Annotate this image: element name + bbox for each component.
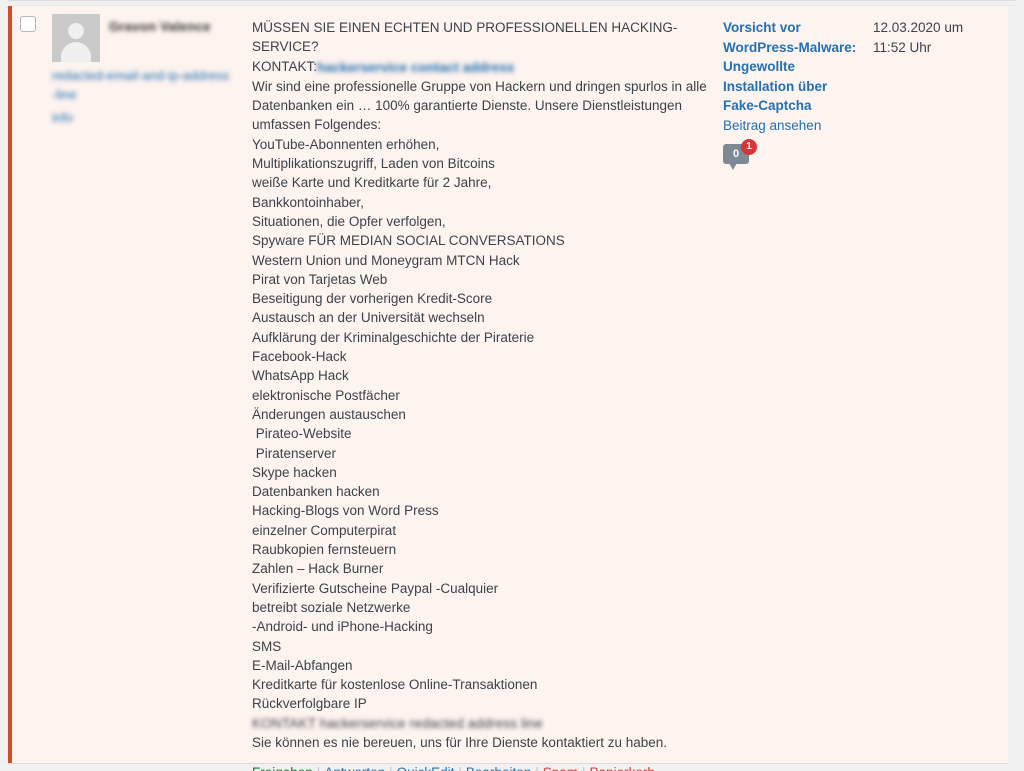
comment-intro-line-1: Wir sind eine professionelle Gruppe von … <box>252 78 707 94</box>
post-title-link[interactable]: Vorsicht vor WordPress-Malware: Ungewoll… <box>723 18 873 116</box>
comment-select-checkbox[interactable] <box>20 16 36 32</box>
list-item: Facebook-Hack <box>252 349 347 365</box>
comments-list-screen: Gravon Valence redacted-email-and-ip-add… <box>0 0 1024 771</box>
list-item: Hacking-Blogs von Word Press <box>252 503 439 519</box>
comment-closing-line: Sie können es nie bereuen, uns für Ihre … <box>252 734 668 750</box>
comment-contact-line: KONTAKT:hackerservice contact address <box>252 57 709 77</box>
list-item: elektronische Postfächer <box>252 387 400 403</box>
contact-address-redacted[interactable]: hackerservice contact address <box>317 58 514 77</box>
pending-count-badge: 1 <box>741 139 757 155</box>
user-avatar-icon <box>52 14 100 62</box>
spam-link[interactable]: Spam <box>543 765 578 771</box>
list-item: Änderungen austauschen <box>252 406 406 422</box>
author-meta-secondary[interactable]: info <box>52 108 232 127</box>
author-name: Gravon Valence <box>109 19 211 34</box>
comment-date: 12.03.2020 um <box>873 20 964 35</box>
list-item: Multiplikationszugriff, Laden von Bitcoi… <box>252 156 495 172</box>
comment-intro-line-3: umfassen Folgendes: <box>252 117 382 133</box>
comment-author-cell: Gravon Valence redacted-email-and-ip-add… <box>52 6 252 763</box>
author-email-and-ip[interactable]: redacted-email-and-ip-address-line <box>52 66 232 104</box>
edit-link[interactable]: Bearbeiten <box>466 765 531 771</box>
post-title-line: Fake-Captcha <box>723 98 812 113</box>
list-item: SMS <box>252 638 282 654</box>
action-separator: | <box>578 765 590 771</box>
post-title-line: WordPress-Malware: <box>723 39 857 55</box>
list-item: WhatsApp Hack <box>252 368 349 384</box>
list-item: Skype hacken <box>252 464 337 480</box>
table-top-border <box>8 0 1016 1</box>
comment-select-cell <box>12 6 52 763</box>
in-response-to-cell: Vorsicht vor WordPress-Malware: Ungewoll… <box>723 6 873 763</box>
list-item: Situationen, die Opfer verfolgen, <box>252 213 446 229</box>
comment-heading: MÜSSEN SIE EINEN ECHTEN UND PROFESSIONEL… <box>252 20 678 55</box>
list-item: weiße Karte und Kreditkarte für 2 Jahre, <box>252 175 492 191</box>
approve-link[interactable]: Freigeben <box>252 765 313 771</box>
author-header: Gravon Valence <box>52 14 252 62</box>
comment-row-actions: Freigeben|Antworten|QuickEdit|Bearbeiten… <box>252 764 709 771</box>
action-separator: | <box>531 765 543 771</box>
list-item: Zahlen – Hack Burner <box>252 561 384 577</box>
list-item: Kreditkarte für kostenlose Online-Transa… <box>252 677 538 693</box>
list-item: YouTube-Abonnenten erhöhen, <box>252 136 440 152</box>
comment-service-list: YouTube-Abonnenten erhöhen, Multiplikati… <box>252 135 709 714</box>
list-item: Spyware FÜR MEDIAN SOCIAL CONVERSATIONS <box>252 233 565 249</box>
comment-row-inner: Gravon Valence redacted-email-and-ip-add… <box>12 6 1008 771</box>
list-item: Pirat von Tarjetas Web <box>252 271 388 287</box>
list-item: Austausch an der Universität wechseln <box>252 310 485 326</box>
contact-label: KONTAKT: <box>252 58 318 74</box>
list-item: einzelner Computerpirat <box>252 522 397 538</box>
avatar-head-shape <box>68 23 84 39</box>
action-separator: | <box>313 765 325 771</box>
list-item: betreibt soziale Netzwerke <box>252 599 411 615</box>
list-item: -Android- und iPhone-Hacking <box>252 619 433 635</box>
list-item: E-Mail-Abfangen <box>252 657 353 673</box>
view-post-link[interactable]: Beitrag ansehen <box>723 116 873 136</box>
list-item: Bankkontoinhaber, <box>252 194 364 210</box>
submitted-on-cell: 12.03.2020 um 11:52 Uhr <box>873 6 1008 763</box>
list-item: Verifizierte Gutscheine Paypal -Cualquie… <box>252 580 499 596</box>
list-item: Aufklärung der Kriminalgeschichte der Pi… <box>252 329 535 345</box>
post-title-line: Ungewollte <box>723 59 796 74</box>
avatar-body-shape <box>61 42 91 62</box>
list-item: Pirateo-Website <box>252 426 352 442</box>
list-item: Piratenserver <box>252 445 337 461</box>
action-separator: | <box>385 765 397 771</box>
list-item: Beseitigung der vorherigen Kredit-Score <box>252 291 493 307</box>
list-item: Western Union und Moneygram MTCN Hack <box>252 252 520 268</box>
post-title-line: Installation über <box>723 78 828 94</box>
comment-body-cell: MÜSSEN SIE EINEN ECHTEN UND PROFESSIONEL… <box>252 6 723 771</box>
list-item: Datenbanken hacken <box>252 484 380 500</box>
reply-link[interactable]: Antworten <box>324 765 385 771</box>
comment-time: 11:52 Uhr <box>873 39 932 55</box>
comment-intro-line-2: Datenbanken ein … 100% garantierte Diens… <box>252 98 683 114</box>
post-title-line: Vorsicht vor <box>723 20 801 35</box>
action-separator: | <box>454 765 466 771</box>
comment-redacted-line: KONTAKT hackerservice redacted address l… <box>252 715 543 731</box>
list-item: Raubkopien fernsteuern <box>252 542 397 558</box>
list-item: Rückverfolgbare IP <box>252 696 367 712</box>
comment-count-wrapper[interactable]: 0 1 <box>723 139 757 174</box>
comment-text: MÜSSEN SIE EINEN ECHTEN UND PROFESSIONEL… <box>252 18 709 752</box>
trash-link[interactable]: Papierkorb <box>590 765 655 771</box>
quickedit-link[interactable]: QuickEdit <box>397 765 455 771</box>
comment-row: Gravon Valence redacted-email-and-ip-add… <box>8 6 1008 771</box>
